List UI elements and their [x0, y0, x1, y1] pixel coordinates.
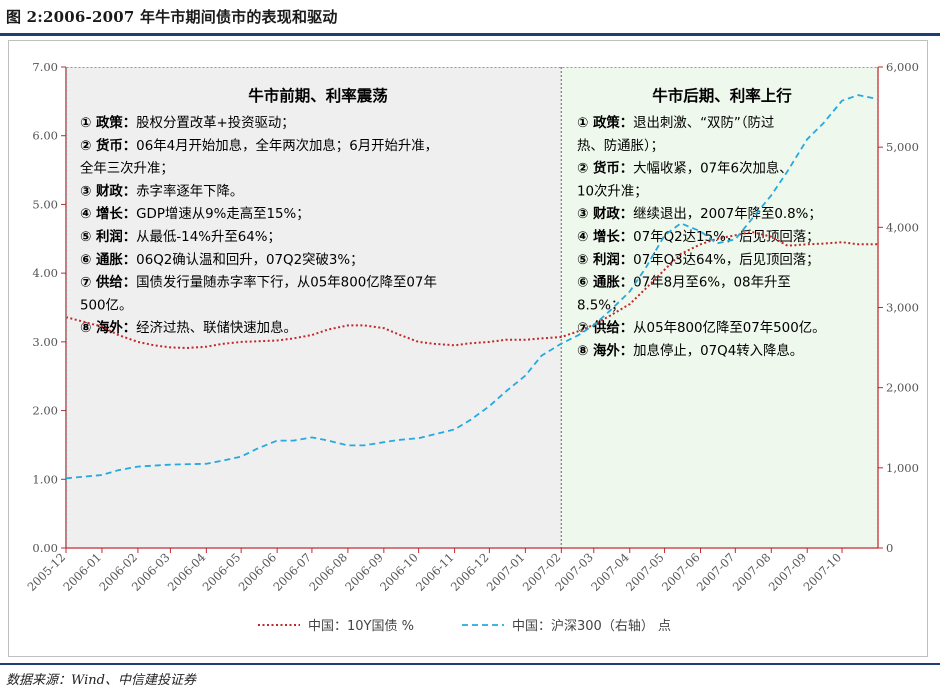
annotation-key: ② 货币：: [577, 160, 633, 177]
annotation-line: ⑥ 通胀：06Q2确认温和回升，07Q2突破3%；: [80, 252, 364, 268]
legend-label-10y-bond: 中国：10Y国债 %: [308, 619, 414, 634]
x-axis-tick-label: 2006-10: [377, 550, 421, 594]
annotation-text: 继续退出，2007年降至0.8%；: [633, 206, 822, 222]
annotation-text: 大幅收紧，07年6次加息、: [633, 160, 792, 177]
right-axis-tick-label: 2,000: [886, 381, 919, 395]
annotation-key: ① 政策：: [577, 114, 633, 131]
annotation-line: 500亿。: [80, 297, 132, 313]
bottom-rule: [0, 663, 940, 665]
annotation-text: 07年8月至6%，08年升至: [633, 275, 791, 291]
x-axis-tick-label: 2006-05: [200, 550, 244, 594]
annotation-title: 牛市前期、利率震荡: [248, 86, 388, 105]
annotation-text: 赤字率逐年下降。: [136, 182, 243, 199]
annotation-line: 热、防通胀）；: [577, 138, 664, 154]
right-axis-tick-label: 1,000: [886, 461, 919, 475]
left-axis-tick-label: 7.00: [32, 60, 58, 74]
annotation-text: 国债发行量随赤字率下行，从05年800亿降至07年: [136, 274, 437, 291]
x-axis-tick-label: 2007-07: [694, 550, 738, 594]
annotation-text: 热、防通胀）；: [577, 138, 664, 154]
annotation-line: ③ 财政：继续退出，2007年降至0.8%；: [577, 205, 822, 222]
x-axis-tick-label: 2006-12: [448, 550, 492, 594]
legend-label-hs300: 中国：沪深300（右轴） 点: [512, 618, 671, 634]
x-axis-tick-label: 2007-08: [730, 550, 774, 594]
annotation-line: ⑧ 海外：经济过热、联储快速加息。: [80, 319, 297, 336]
left-axis-tick-label: 4.00: [32, 266, 58, 280]
annotation-text: 06年4月开始加息，全年两次加息；6月开始升准，: [136, 137, 438, 154]
left-axis-tick-label: 2.00: [32, 404, 58, 418]
annotation-line: ② 货币：大幅收紧，07年6次加息、: [577, 160, 793, 177]
annotation-key: ⑦ 供给：: [80, 274, 136, 291]
annotation-title: 牛市后期、利率上行: [652, 86, 792, 105]
annotation-text: 股权分置改革+投资驱动；: [136, 114, 295, 131]
annotation-key: ① 政策：: [80, 114, 136, 131]
annotation-line: ⑤ 利润：从最低-14%升至64%；: [80, 228, 281, 245]
annotation-text: 全年三次升准；: [80, 160, 174, 177]
annotation-text: 经济过热、联储快速加息。: [136, 319, 297, 336]
right-axis-tick-label: 4,000: [886, 220, 919, 234]
legend: 中国：10Y国债 % 中国：沪深300（右轴） 点: [258, 618, 671, 634]
annotation-key: ③ 财政：: [80, 182, 136, 199]
annotation-text: 从最低-14%升至64%；: [136, 229, 281, 245]
annotation-text: 从05年800亿降至07年500亿。: [633, 320, 825, 336]
annotation-text: 退出刺激、“双防”（防过: [633, 115, 774, 131]
chart-svg: 牛市前期、利率震荡① 政策：股权分置改革+投资驱动；② 货币：06年4月开始加息…: [24, 60, 919, 634]
source-note: 数据来源：Wind、中信建投证券: [6, 673, 196, 688]
annotation-key: ④ 增长：: [80, 205, 136, 222]
annotation-line: ① 政策：股权分置改革+投资驱动；: [80, 114, 295, 131]
annotation-text: 07年Q3达64%，后见顶回落；: [633, 252, 819, 268]
annotation-line: ⑤ 利润：07年Q3达64%，后见顶回落；: [577, 251, 820, 268]
annotation-line: ⑦ 供给：从05年800亿降至07年500亿。: [577, 319, 826, 336]
right-axis-tick-label: 0: [886, 541, 893, 555]
annotation-line: ⑦ 供给：国债发行量随赤字率下行，从05年800亿降至07年: [80, 274, 437, 291]
annotation-line: ④ 增长：GDP增速从9%走高至15%；: [80, 205, 310, 222]
annotation-key: ② 货币：: [80, 137, 136, 154]
x-axis-tick-label: 2006-08: [306, 550, 350, 594]
annotation-line: ⑧ 海外：加息停止，07Q4转入降息。: [577, 342, 803, 359]
x-axis-tick-label: 2007-10: [800, 550, 844, 594]
left-axis-tick-label: 6.00: [32, 129, 58, 143]
annotation-text: 10次升准；: [577, 183, 648, 199]
annotation-text: 06Q2确认温和回升，07Q2突破3%；: [136, 252, 363, 268]
annotation-line: ⑥ 通胀：07年8月至6%，08年升至: [577, 275, 791, 291]
right-axis-tick-label: 6,000: [886, 60, 919, 74]
x-axis-tick-label: 2006-07: [270, 550, 314, 594]
annotation-key: ⑥ 通胀：: [577, 275, 633, 291]
annotation-text: 500亿。: [80, 297, 132, 313]
annotation-key: ⑥ 通胀：: [80, 252, 136, 268]
x-axis-tick-label: 2007-01: [484, 550, 528, 594]
annotation-key: ③ 财政：: [577, 205, 633, 222]
annotation-text: 加息停止，07Q4转入降息。: [633, 342, 803, 359]
annotation-line: ② 货币：06年4月开始加息，全年两次加息；6月开始升准，: [80, 137, 438, 154]
annotation-line: ① 政策：退出刺激、“双防”（防过: [577, 114, 774, 131]
annotation-line: ③ 财政：赤字率逐年下降。: [80, 182, 243, 199]
annotation-key: ⑤ 利润：: [80, 228, 136, 245]
x-axis-tick-label: 2005-12: [24, 550, 68, 594]
x-axis-tick-label: 2007-05: [623, 550, 667, 594]
x-axis-tick-label: 2006-01: [60, 550, 104, 594]
annotation-key: ⑧ 海外：: [577, 342, 633, 359]
annotation-line: 全年三次升准；: [80, 160, 174, 177]
annotation-key: ⑧ 海外：: [80, 319, 136, 336]
right-axis-tick-label: 3,000: [886, 301, 919, 315]
left-axis-tick-label: 5.00: [32, 197, 58, 211]
annotation-key: ④ 增长：: [577, 228, 633, 245]
right-axis-tick-label: 5,000: [886, 140, 919, 154]
left-axis-tick-label: 1.00: [32, 472, 58, 486]
annotation-text: GDP增速从9%走高至15%；: [136, 205, 310, 222]
left-axis-tick-label: 3.00: [32, 335, 58, 349]
annotation-key: ⑤ 利润：: [577, 251, 633, 268]
annotation-line: 10次升准；: [577, 183, 648, 199]
